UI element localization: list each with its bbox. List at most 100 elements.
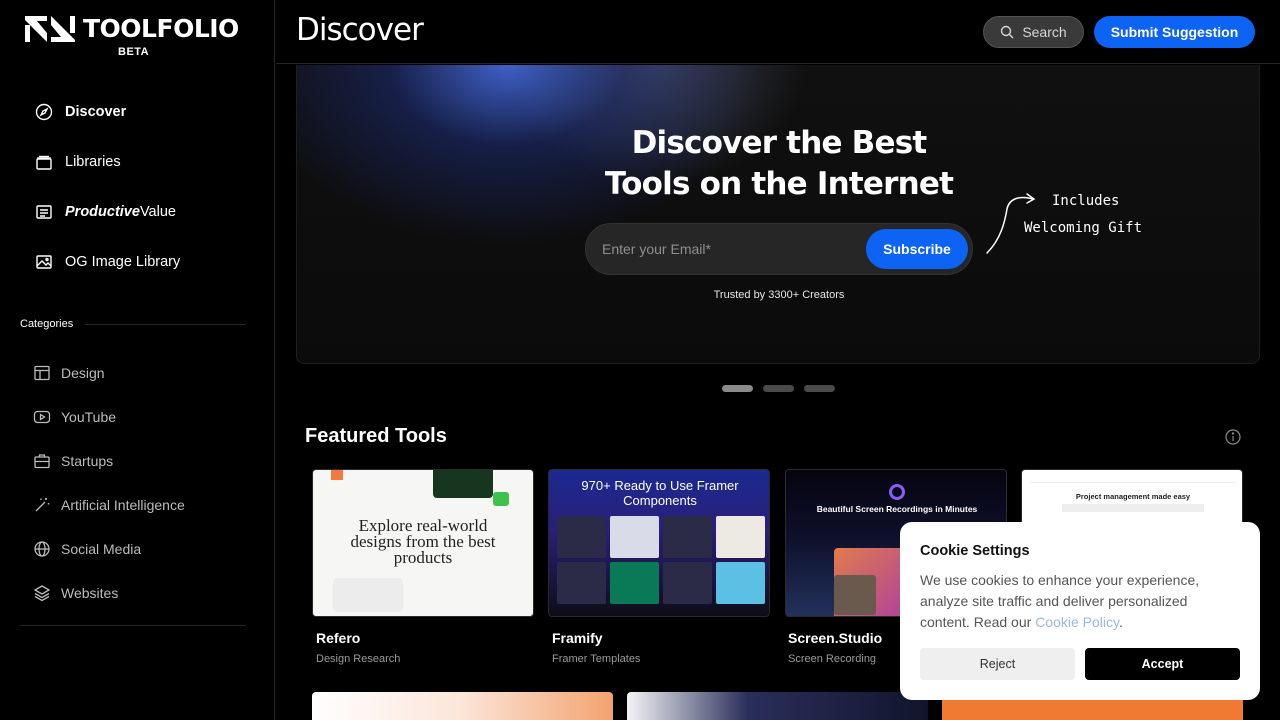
main-nav: Discover Libraries ProductiveValue OG Im…: [35, 100, 180, 300]
screen-studio-logo-icon: [889, 484, 905, 500]
nav-item-productive-value[interactable]: ProductiveValue: [35, 200, 180, 224]
section-title: Featured Tools: [305, 425, 447, 447]
thumbnail-text: 970+ Ready to Use Framer Components: [581, 478, 739, 508]
tool-card-thumbnail[interactable]: 970+ Ready to Use Framer Components: [548, 469, 770, 617]
webcam-preview: [834, 575, 876, 615]
category-label: Startups: [61, 453, 114, 469]
search-label: Search: [1022, 24, 1067, 40]
nav-label: Discover: [65, 104, 127, 120]
thumbnail-text: Explore real-world designs from the best…: [350, 516, 496, 567]
category-social-media[interactable]: Social Media: [33, 538, 185, 560]
thumbnail-text: Project management made easy: [1075, 492, 1191, 501]
nav-item-libraries[interactable]: Libraries: [35, 150, 180, 174]
gift-line1: Includes: [1052, 193, 1120, 209]
template-tile: [557, 562, 606, 604]
hero-banner: Discover the Best Tools on the Internet …: [296, 65, 1260, 364]
nav-label-rest: Value: [139, 204, 176, 220]
category-label: Design: [61, 365, 105, 381]
cookie-period: .: [1118, 614, 1123, 630]
info-icon[interactable]: [1225, 429, 1241, 445]
category-startups[interactable]: Startups: [33, 450, 185, 472]
category-label: YouTube: [61, 409, 117, 425]
magic-wand-icon: [35, 498, 50, 512]
subscribe-button[interactable]: Subscribe: [866, 229, 968, 269]
search-button[interactable]: Search: [983, 16, 1084, 48]
template-grid: [557, 516, 765, 604]
compass-icon: [35, 103, 53, 121]
decoration: [331, 470, 343, 480]
category-label: Websites: [61, 585, 119, 601]
template-tile: [610, 562, 659, 604]
globe-icon: [34, 541, 50, 557]
category-design[interactable]: Design: [33, 362, 185, 384]
template-tile: [663, 562, 712, 604]
template-tile: [663, 516, 712, 558]
template-tile: [716, 562, 765, 604]
carousel-dots: [722, 385, 845, 392]
thumbnail-nav: [1030, 475, 1236, 483]
reject-button[interactable]: Reject: [920, 648, 1075, 680]
logo[interactable]: TOOLFOLIO: [25, 16, 239, 42]
cookie-policy-link[interactable]: Cookie Policy: [1035, 614, 1119, 630]
tool-category: Framer Templates: [552, 653, 641, 665]
tool-category: Screen Recording: [788, 653, 877, 665]
categories-header: Categories: [20, 318, 246, 330]
nav-item-og-image-library[interactable]: OG Image Library: [35, 250, 180, 274]
layout-icon: [34, 365, 50, 381]
cookie-title: Cookie Settings: [920, 543, 1030, 559]
email-input[interactable]: [602, 224, 852, 274]
tool-category: Design Research: [316, 653, 401, 665]
beta-badge: BETA: [118, 46, 150, 58]
carousel-dot[interactable]: [722, 385, 753, 392]
divider: [85, 323, 246, 325]
youtube-icon: [33, 410, 51, 424]
gift-note: Includes Welcoming Gift: [1024, 188, 1142, 242]
carousel-dot[interactable]: [763, 385, 794, 392]
tool-card-thumbnail[interactable]: Explore real-world designs from the best…: [312, 469, 534, 617]
library-icon: [36, 155, 52, 170]
categories-list: Design YouTube Startups Artificial Intel…: [33, 362, 185, 626]
carousel-dot[interactable]: [804, 385, 835, 392]
search-icon: [1001, 25, 1014, 39]
template-tile: [610, 516, 659, 558]
nav-item-discover[interactable]: Discover: [35, 100, 180, 124]
layers-icon: [33, 585, 51, 602]
decoration: [493, 492, 509, 506]
nav-label: OG Image Library: [65, 254, 181, 270]
page-title: Discover: [296, 12, 424, 48]
divider: [20, 625, 246, 626]
logo-mark-icon: [25, 16, 75, 42]
cookie-text: We use cookies to enhance your experienc…: [920, 570, 1230, 633]
tool-name[interactable]: Framify: [552, 630, 603, 646]
hero-title-line1: Discover the Best: [631, 125, 928, 161]
category-label: Artificial Intelligence: [61, 497, 185, 513]
category-websites[interactable]: Websites: [33, 582, 185, 604]
nav-label-bold: Productive: [65, 204, 140, 220]
top-bar: Discover Search Submit Suggestion: [276, 0, 1280, 64]
thumbnail-text: Beautiful Screen Recordings in Minutes: [816, 504, 978, 514]
submit-suggestion-button[interactable]: Submit Suggestion: [1094, 16, 1255, 48]
category-artificial-intelligence[interactable]: Artificial Intelligence: [33, 494, 185, 516]
template-tile: [716, 516, 765, 558]
category-label: Social Media: [61, 541, 142, 557]
thumbnail-subtitle: [1062, 504, 1204, 512]
tool-name[interactable]: Screen.Studio: [788, 630, 882, 646]
gift-line2: Welcoming Gift: [1024, 220, 1143, 236]
nav-label: ProductiveValue: [65, 204, 176, 220]
decoration: [433, 470, 493, 498]
tool-name[interactable]: Refero: [316, 630, 360, 646]
newsletter-icon: [36, 205, 52, 219]
accept-button[interactable]: Accept: [1085, 648, 1240, 680]
trusted-text: Trusted by 3300+ Creators: [713, 289, 845, 301]
category-youtube[interactable]: YouTube: [33, 406, 185, 428]
tool-card-thumbnail[interactable]: [627, 692, 928, 720]
decoration: [333, 578, 403, 612]
cookie-dialog: Cookie Settings We use cookies to enhanc…: [900, 522, 1260, 700]
nav-label: Libraries: [65, 154, 121, 170]
image-icon: [36, 255, 52, 269]
newsletter-form: Subscribe: [585, 223, 973, 275]
template-tile: [557, 516, 606, 558]
tool-card-thumbnail[interactable]: [312, 692, 613, 720]
brand-name: TOOLFOLIO: [83, 14, 239, 43]
categories-title: Categories: [20, 318, 74, 330]
